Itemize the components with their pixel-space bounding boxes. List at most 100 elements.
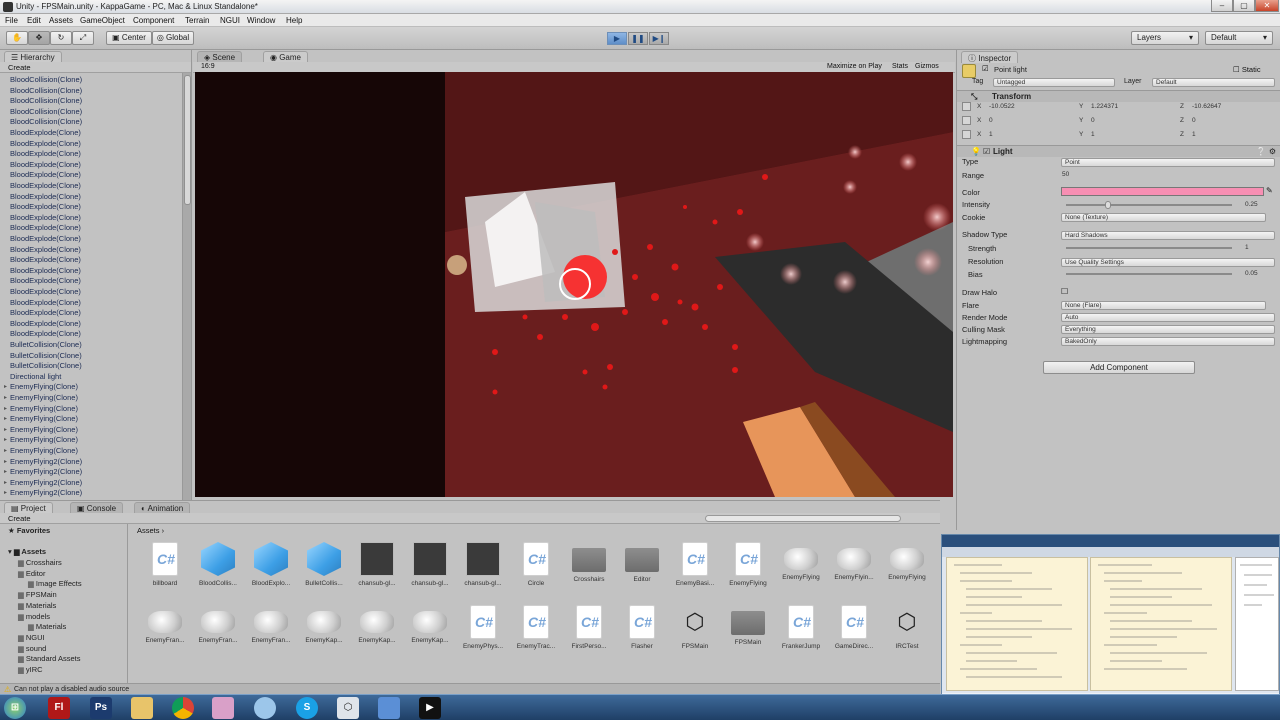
- transform-pos-y-field[interactable]: 1.224371: [1091, 102, 1118, 111]
- taskbar-app2-icon[interactable]: [254, 697, 276, 719]
- asset-item[interactable]: C# Flasher: [617, 605, 667, 650]
- asset-item[interactable]: C# EnemyPhys...: [458, 605, 508, 650]
- breadcrumb[interactable]: Assets ›: [130, 524, 940, 536]
- hierarchy-item[interactable]: BloodExplode(Clone): [10, 170, 81, 181]
- hierarchy-item[interactable]: EnemyFlying2(Clone): [4, 478, 82, 489]
- object-active-checkbox[interactable]: ☑: [982, 64, 989, 73]
- layout-dropdown[interactable]: Default ▾: [1205, 31, 1273, 45]
- taskbar-media-icon[interactable]: ▶: [419, 697, 441, 719]
- scale-tool-icon[interactable]: ⤢: [72, 31, 94, 45]
- code-editor-preview[interactable]: [941, 534, 1280, 720]
- project-folder[interactable]: ▆ FPSMain: [18, 590, 57, 599]
- strength-value[interactable]: 1: [1245, 243, 1249, 252]
- hierarchy-item[interactable]: BloodCollision(Clone): [10, 75, 82, 86]
- taskbar-skype-icon[interactable]: S: [296, 697, 318, 719]
- hierarchy-create-button[interactable]: Create: [8, 63, 31, 72]
- hierarchy-item[interactable]: BloodExplode(Clone): [10, 223, 81, 234]
- tab-inspector[interactable]: ⓘ Inspector: [961, 51, 1019, 63]
- asset-item[interactable]: ⬡ FPSMain: [670, 605, 720, 650]
- favorites-header[interactable]: ★ Favorites: [8, 526, 50, 535]
- taskbar-photoshop-icon[interactable]: Ps: [90, 697, 112, 719]
- status-message[interactable]: Can not play a disabled audio source: [14, 686, 129, 693]
- project-folder[interactable]: ▆ Standard Assets: [18, 654, 81, 663]
- help-icon[interactable]: ❔: [1256, 147, 1266, 156]
- hierarchy-item[interactable]: EnemyFlying2(Clone): [4, 457, 82, 468]
- project-folder[interactable]: ▆ Crosshairs: [18, 558, 62, 567]
- project-folder[interactable]: ▆ sound: [18, 644, 46, 653]
- hierarchy-item[interactable]: BloodExplode(Clone): [10, 128, 81, 139]
- hierarchy-item[interactable]: BloodExplode(Clone): [10, 329, 81, 340]
- gizmos-toggle[interactable]: Gizmos: [915, 63, 939, 70]
- cookie-field[interactable]: None (Texture): [1061, 213, 1266, 222]
- hierarchy-item[interactable]: BloodExplode(Clone): [10, 192, 81, 203]
- hierarchy-item[interactable]: BloodCollision(Clone): [10, 117, 82, 128]
- minimize-button[interactable]: –: [1211, 0, 1233, 12]
- project-folder[interactable]: ▆ Materials: [28, 622, 66, 631]
- move-tool-icon[interactable]: ✥: [28, 31, 50, 45]
- asset-item[interactable]: EnemyFran...: [140, 605, 190, 644]
- draw-halo-checkbox[interactable]: ☐: [1061, 287, 1068, 296]
- asset-item[interactable]: Editor: [617, 542, 667, 583]
- asset-item[interactable]: EnemyKap...: [405, 605, 455, 644]
- pivot-global-toggle[interactable]: ◎ Global: [152, 31, 194, 45]
- transform-pos-x-field[interactable]: -10.0522: [989, 102, 1015, 111]
- object-name-field[interactable]: Point light: [994, 65, 1027, 74]
- flare-field[interactable]: None (Flare): [1061, 301, 1266, 310]
- lightmapping-dropdown[interactable]: BakedOnly: [1061, 337, 1275, 346]
- taskbar-app-icon[interactable]: [212, 697, 234, 719]
- asset-item[interactable]: FPSMain: [723, 605, 773, 646]
- start-button[interactable]: ⊞: [4, 697, 26, 719]
- hierarchy-item[interactable]: BloodCollision(Clone): [10, 96, 82, 107]
- menu-file[interactable]: File: [5, 16, 18, 25]
- hierarchy-item[interactable]: BloodExplode(Clone): [10, 181, 81, 192]
- asset-item[interactable]: EnemyFlying: [882, 542, 932, 581]
- hierarchy-item[interactable]: BloodExplode(Clone): [10, 234, 81, 245]
- asset-item[interactable]: Crosshairs: [564, 542, 614, 583]
- transform-rot-x-field[interactable]: 0: [989, 116, 993, 125]
- light-range-field[interactable]: 50: [1062, 170, 1069, 179]
- asset-item[interactable]: C# FirstPerso...: [564, 605, 614, 650]
- asset-item[interactable]: chansub-gl...: [458, 542, 508, 587]
- hierarchy-item[interactable]: BloodExplode(Clone): [10, 319, 81, 330]
- hierarchy-item[interactable]: Directional light: [10, 372, 61, 383]
- project-folder[interactable]: ▆ yIRC: [18, 665, 43, 674]
- transform-rot-y-field[interactable]: 0: [1091, 116, 1095, 125]
- hierarchy-item[interactable]: BloodExplode(Clone): [10, 202, 81, 213]
- asset-item[interactable]: BloodCollis...: [193, 542, 243, 587]
- hierarchy-item[interactable]: BloodExplode(Clone): [10, 213, 81, 224]
- hierarchy-item[interactable]: BloodExplode(Clone): [10, 266, 81, 277]
- asset-item[interactable]: chansub-gl...: [405, 542, 455, 587]
- asset-item[interactable]: ⬡ IRCTest: [882, 605, 932, 650]
- intensity-slider-track[interactable]: [1066, 204, 1232, 206]
- transform-header[interactable]: ⤡ Transform: [957, 90, 1280, 102]
- asset-item[interactable]: EnemyFran...: [193, 605, 243, 644]
- project-create-button[interactable]: Create: [8, 514, 31, 523]
- assets-root-folder[interactable]: ▾ ▆ Assets: [8, 547, 46, 556]
- gear-icon[interactable]: ⚙: [1269, 147, 1276, 156]
- transform-rot-z-field[interactable]: 0: [1192, 116, 1196, 125]
- bias-value[interactable]: 0.05: [1245, 269, 1258, 278]
- hierarchy-item[interactable]: BloodExplode(Clone): [10, 160, 81, 171]
- asset-item[interactable]: C# billboard: [140, 542, 190, 587]
- project-folder[interactable]: ▆ Image Effects: [28, 579, 82, 588]
- asset-item[interactable]: C# EnemyFlying: [723, 542, 773, 587]
- hierarchy-item[interactable]: BloodExplode(Clone): [10, 298, 81, 309]
- asset-item[interactable]: EnemyFran...: [246, 605, 296, 644]
- asset-item[interactable]: BloodExplo...: [246, 542, 296, 587]
- light-enabled-checkbox[interactable]: ☑: [983, 147, 990, 156]
- project-folder[interactable]: ▆ NGUI: [18, 633, 45, 642]
- asset-item[interactable]: C# EnemyBasi...: [670, 542, 720, 587]
- shadow-resolution-dropdown[interactable]: Use Quality Settings: [1061, 258, 1275, 267]
- pause-button[interactable]: ❚❚: [628, 32, 648, 45]
- hierarchy-item[interactable]: EnemyFlying(Clone): [4, 414, 78, 425]
- hierarchy-item[interactable]: EnemyFlying(Clone): [4, 393, 78, 404]
- hierarchy-item[interactable]: BloodExplode(Clone): [10, 245, 81, 256]
- maximize-on-play-toggle[interactable]: Maximize on Play: [827, 63, 882, 70]
- project-folder[interactable]: ▆ models: [18, 612, 50, 621]
- menu-ngui[interactable]: NGUI: [220, 16, 240, 25]
- intensity-value[interactable]: 0.25: [1245, 200, 1258, 209]
- shadow-type-dropdown[interactable]: Hard Shadows: [1061, 231, 1275, 240]
- transform-rot-handle[interactable]: [962, 116, 971, 127]
- static-checkbox[interactable]: ☐ Static: [1233, 65, 1261, 74]
- hand-tool-icon[interactable]: ✋: [6, 31, 28, 45]
